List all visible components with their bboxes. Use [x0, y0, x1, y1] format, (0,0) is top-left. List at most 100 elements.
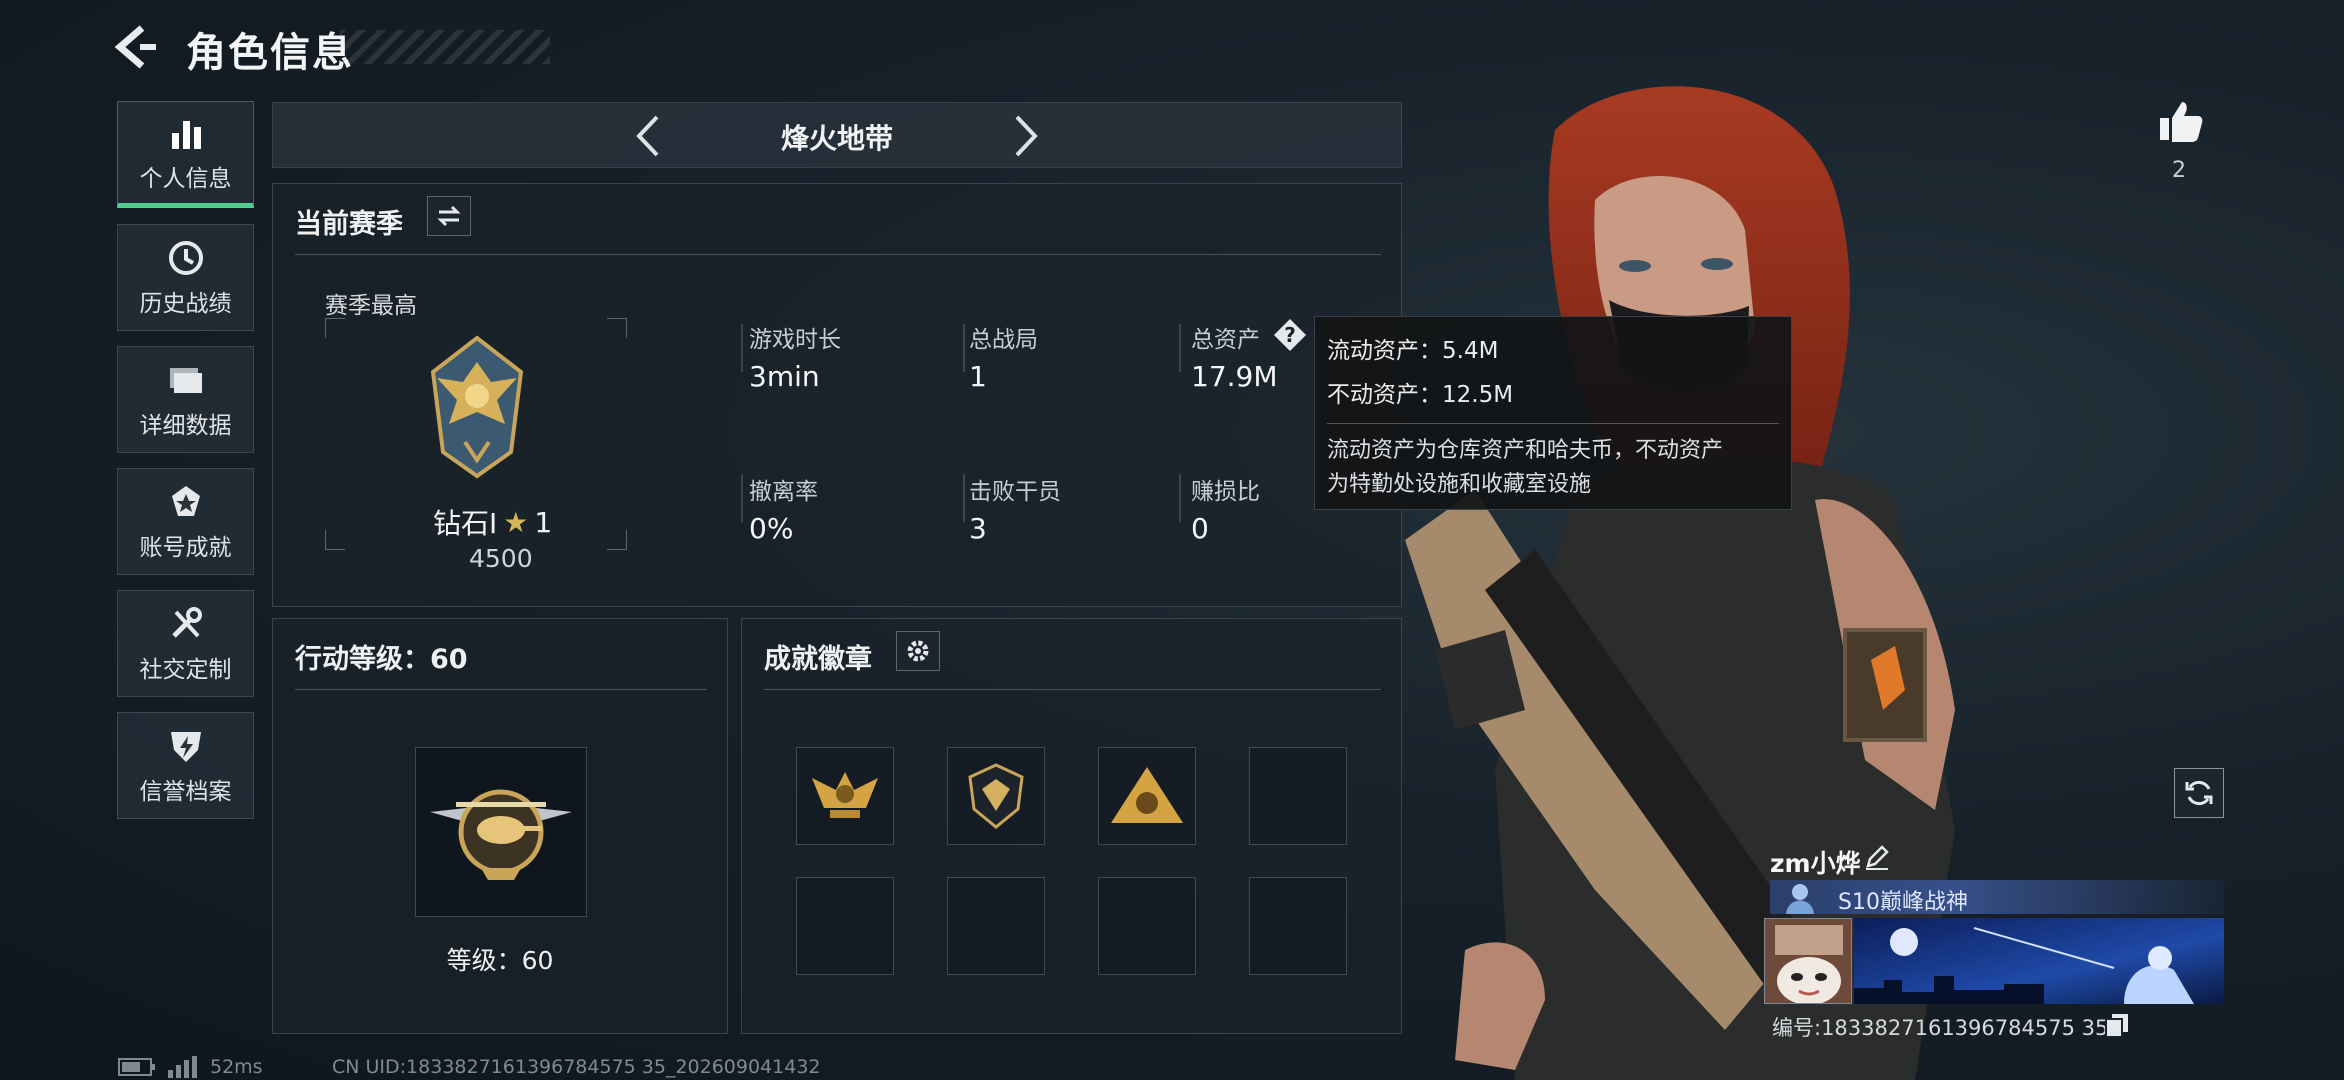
assets-desc-line2: 为特勤处设施和收藏室设施	[1327, 472, 1592, 497]
stat-divider	[963, 474, 965, 522]
refresh-button[interactable]	[2174, 768, 2224, 818]
folder-icon	[169, 367, 202, 393]
sidebar-item-social[interactable]: 社交定制	[117, 590, 254, 697]
edit-pencil-icon[interactable]	[1862, 842, 1892, 872]
stat-value: 0%	[749, 512, 794, 545]
svg-text:?: ?	[1284, 323, 1296, 347]
assets-tooltip: 流动资产：5.4M 不动资产：12.5M 流动资产为仓库资产和哈夫币，不动资产 …	[1314, 316, 1792, 510]
battery-icon	[118, 1058, 155, 1076]
gem-badge-icon	[968, 763, 1024, 829]
stat-value: 3	[969, 512, 987, 545]
switch-season-button[interactable]	[427, 196, 471, 236]
badge-slot-empty[interactable]	[1098, 877, 1196, 975]
stat-label: 总资产	[1191, 327, 1260, 353]
season-title-text: S10巅峰战神	[1838, 890, 1968, 915]
signal-icon	[168, 1056, 197, 1078]
badge-slot-empty[interactable]	[947, 877, 1045, 975]
rank-name: 钻石Ⅰ	[433, 507, 498, 540]
clock-icon	[168, 240, 203, 275]
stat-value: 3min	[749, 360, 820, 393]
assets-desc-line1: 流动资产为仓库资产和哈夫币，不动资产	[1327, 438, 1724, 463]
avatar[interactable]	[1764, 918, 1852, 1004]
achievements-title: 成就徽章	[764, 644, 872, 675]
refresh-icon	[2185, 780, 2213, 806]
like-count: 2	[2172, 158, 2186, 183]
action-level-panel: 行动等级：60 等级：60	[272, 618, 728, 1034]
divider	[1327, 423, 1779, 424]
stat-divider	[741, 474, 743, 522]
sidebar-item-label: 账号成就	[139, 534, 232, 561]
chevron-right-icon[interactable]	[999, 109, 1049, 163]
title-decoration	[340, 30, 550, 64]
star-icon: ★	[503, 505, 529, 539]
player-name: zm小烨	[1770, 849, 1861, 878]
sidebar-item-label: 社交定制	[139, 656, 232, 683]
level-label: 等级：60	[446, 946, 554, 975]
helicopter-emblem-icon	[430, 789, 572, 880]
season-title-icon	[1786, 884, 1814, 914]
rank-score: 4500	[469, 544, 533, 573]
player-id: 编号:1833827161396784575 35	[1772, 1016, 2109, 1040]
season-best-label: 赛季最高	[325, 293, 417, 319]
ping-value: 52ms	[210, 1056, 263, 1078]
profile-banner	[1854, 918, 2224, 1004]
bar-chart-icon	[171, 120, 201, 149]
stat-value: 0	[1191, 512, 1209, 545]
achievements-panel: 成就徽章	[741, 618, 1402, 1034]
sidebar-item-achievements[interactable]: 账号成就	[117, 468, 254, 575]
badge-slot[interactable]	[1098, 747, 1196, 845]
sidebar-item-label: 详细数据	[139, 412, 232, 439]
badge-slot-empty[interactable]	[796, 877, 894, 975]
action-level-title: 行动等级：60	[295, 644, 468, 675]
help-icon[interactable]: ?	[1273, 318, 1307, 352]
back-arrow-icon[interactable]	[112, 22, 162, 72]
shield-bolt-icon	[170, 731, 201, 762]
swap-icon	[437, 205, 461, 227]
sidebar-item-history[interactable]: 历史战绩	[117, 224, 254, 331]
stat-value: 1	[969, 360, 987, 393]
badge-slot-empty[interactable]	[1249, 747, 1347, 845]
gear-icon	[907, 640, 929, 662]
rank-stars: 1	[534, 505, 553, 539]
divider	[764, 689, 1381, 690]
medal-icon	[171, 485, 200, 516]
stat-label: 击败干员	[969, 479, 1061, 505]
eagle-badge-icon	[812, 772, 878, 818]
stat-divider	[741, 324, 743, 372]
status-bar: 52ms	[118, 1056, 263, 1078]
fixed-assets: 不动资产：12.5M	[1327, 382, 1514, 408]
sidebar-item-label: 历史战绩	[139, 290, 232, 317]
rank-label: 钻石Ⅰ ★ 1	[433, 502, 633, 542]
sidebar-item-details[interactable]: 详细数据	[117, 346, 254, 453]
badge-slot-empty[interactable]	[1249, 877, 1347, 975]
bear-badge-icon	[1111, 767, 1183, 823]
badge-settings-button[interactable]	[896, 631, 940, 671]
stat-label: 游戏时长	[749, 327, 841, 353]
sidebar-item-profile[interactable]: 个人信息	[117, 101, 254, 208]
tools-icon	[171, 606, 202, 638]
stat-divider	[1179, 324, 1181, 372]
liquid-assets: 流动资产：5.4M	[1327, 338, 1499, 364]
sidebar-item-reputation[interactable]: 信誉档案	[117, 712, 254, 819]
level-emblem-frame	[415, 747, 587, 917]
badge-slot[interactable]	[796, 747, 894, 845]
mode-tab-title: 烽火地带	[780, 122, 893, 155]
stat-label: 撤离率	[749, 479, 818, 505]
sidebar-item-label: 信誉档案	[139, 778, 232, 805]
divider	[295, 254, 1381, 255]
season-panel: 当前赛季 赛季最高 钻石Ⅰ ★ 1 4500 游戏时长 3min 总战局 1 总…	[272, 183, 1402, 607]
page-title: 角色信息	[186, 30, 354, 76]
divider	[295, 689, 707, 690]
mode-tab-bar: 烽火地带	[272, 102, 1402, 168]
stat-divider	[963, 324, 965, 372]
sidebar-item-label: 个人信息	[139, 165, 232, 192]
stat-label: 总战局	[969, 327, 1038, 353]
badge-slot[interactable]	[947, 747, 1045, 845]
uid-text: CN UID:1833827161396784575 35_2026090414…	[332, 1056, 821, 1078]
player-card: zm小烨 S10巅峰战神 编号:1833827161396784575 35	[1764, 836, 2224, 1046]
copy-icon[interactable]	[2104, 1012, 2130, 1038]
diamond-rank-emblem	[430, 335, 524, 479]
thumbs-up-icon[interactable]	[2156, 96, 2206, 146]
season-title: 当前赛季	[295, 209, 403, 240]
stat-divider	[1179, 474, 1181, 522]
